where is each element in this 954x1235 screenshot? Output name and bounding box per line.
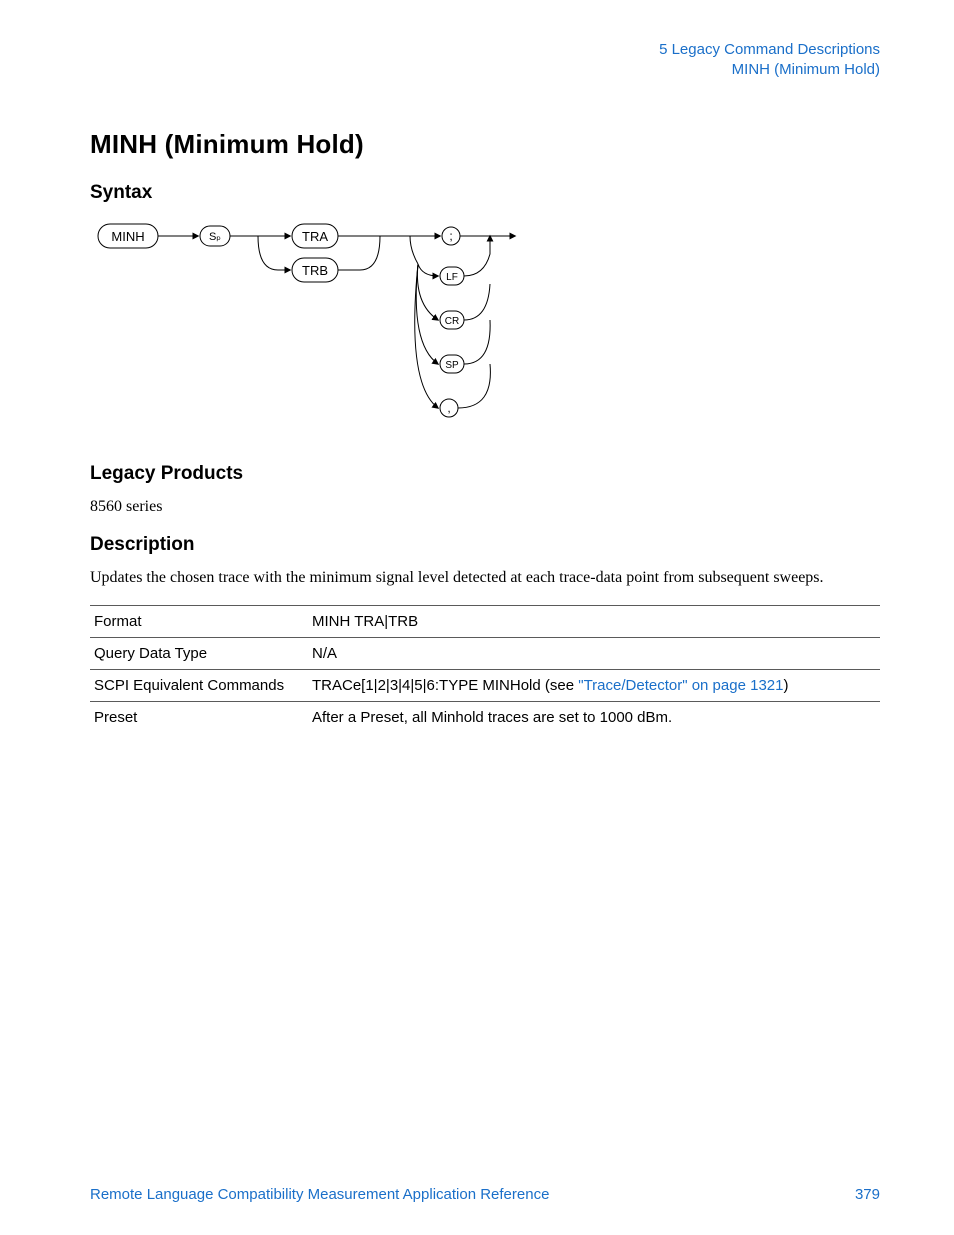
table-row: SCPI Equivalent Commands TRACe[1|2|3|4|5… bbox=[90, 669, 880, 701]
diagram-sep: Sₚ bbox=[209, 231, 221, 243]
diagram-opt-trb: TRB bbox=[302, 263, 328, 278]
diagram-term-3: SP bbox=[445, 360, 459, 371]
table-label: Query Data Type bbox=[90, 637, 308, 669]
table-value: TRACe[1|2|3|4|5|6:TYPE MINHold (see "Tra… bbox=[308, 669, 880, 701]
syntax-diagram: MINH Sₚ TRA TRB ; bbox=[90, 214, 880, 449]
section-legacy-products-heading: Legacy Products bbox=[90, 463, 880, 485]
legacy-products-text: 8560 series bbox=[90, 495, 880, 518]
table-row: Query Data Type N/A bbox=[90, 637, 880, 669]
page-footer: Remote Language Compatibility Measuremen… bbox=[90, 1186, 880, 1203]
footer-doc-title: Remote Language Compatibility Measuremen… bbox=[90, 1186, 549, 1203]
description-text: Updates the chosen trace with the minimu… bbox=[90, 566, 880, 589]
table-label: Preset bbox=[90, 701, 308, 733]
diagram-opt-tra: TRA bbox=[302, 229, 328, 244]
diagram-term-4: , bbox=[447, 401, 450, 415]
table-row: Preset After a Preset, all Minhold trace… bbox=[90, 701, 880, 733]
spec-table: Format MINH TRA|TRB Query Data Type N/A … bbox=[90, 605, 880, 733]
diagram-term-1: LF bbox=[446, 272, 458, 283]
table-value: After a Preset, all Minhold traces are s… bbox=[308, 701, 880, 733]
page: 5 Legacy Command Descriptions MINH (Mini… bbox=[0, 0, 954, 1235]
table-value: MINH TRA|TRB bbox=[308, 605, 880, 637]
table-value: N/A bbox=[308, 637, 880, 669]
table-row: Format MINH TRA|TRB bbox=[90, 605, 880, 637]
diagram-term-0: ; bbox=[449, 229, 452, 243]
header-chapter: 5 Legacy Command Descriptions bbox=[90, 40, 880, 60]
page-header: 5 Legacy Command Descriptions MINH (Mini… bbox=[90, 40, 880, 81]
table-label: SCPI Equivalent Commands bbox=[90, 669, 308, 701]
page-title: MINH (Minimum Hold) bbox=[90, 129, 880, 160]
footer-page-number: 379 bbox=[855, 1186, 880, 1203]
table-label: Format bbox=[90, 605, 308, 637]
cross-reference-link[interactable]: "Trace/Detector" on page 1321 bbox=[578, 677, 783, 694]
diagram-term-2: CR bbox=[445, 316, 459, 327]
section-description-heading: Description bbox=[90, 534, 880, 556]
header-command: MINH (Minimum Hold) bbox=[90, 60, 880, 80]
section-syntax-heading: Syntax bbox=[90, 182, 880, 204]
diagram-start: MINH bbox=[111, 229, 144, 244]
